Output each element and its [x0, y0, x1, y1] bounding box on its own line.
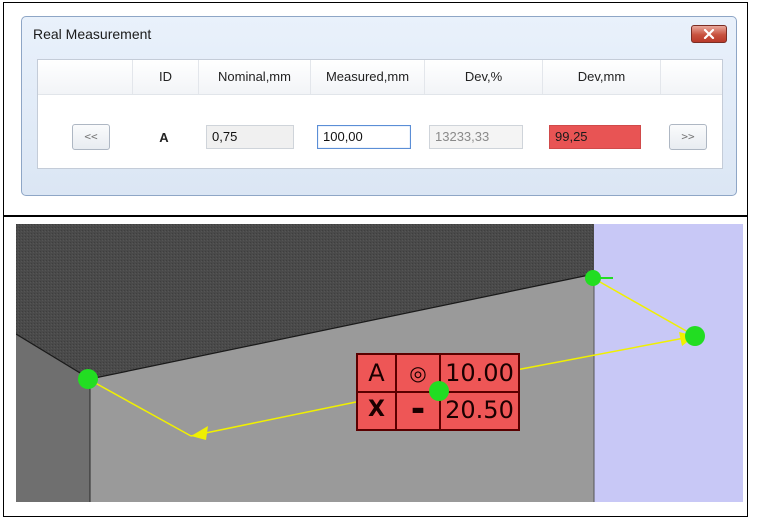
header-id: ID [133, 60, 199, 94]
fcf-cross-symbol: X [368, 397, 385, 422]
measurement-table: ID Nominal,mm Measured,mm Dev,% Dev,mm <… [37, 59, 723, 169]
marker-frame-center [429, 381, 449, 401]
marker-right-end [685, 326, 705, 346]
marker-left-corner [78, 369, 98, 389]
header-blank-right [661, 60, 722, 94]
header-blank-left [38, 60, 133, 94]
dev-percent-field: 13233,33 [429, 125, 523, 149]
dev-mm-field: 99,25 [549, 125, 641, 149]
row-id: A [159, 130, 169, 145]
header-measured: Measured,mm [311, 60, 425, 94]
table-header: ID Nominal,mm Measured,mm Dev,% Dev,mm [38, 60, 722, 95]
previous-button[interactable]: << [72, 124, 110, 150]
real-measurement-dialog: Real Measurement ID Nominal,mm Measured,… [21, 16, 737, 196]
dialog-title: Real Measurement [33, 26, 152, 42]
close-x-icon [703, 29, 715, 39]
measured-input[interactable]: 100,00 [317, 125, 411, 149]
table-row: << A 0,75 100,00 13233,33 99,25 >> [38, 94, 722, 168]
fcf-value-1: 10.00 [445, 359, 514, 387]
header-dev-percent: Dev,% [425, 60, 543, 94]
header-nominal: Nominal,mm [199, 60, 311, 94]
next-button[interactable]: >> [669, 124, 707, 150]
header-dev-mm: Dev,mm [543, 60, 661, 94]
fcf-value-2: 20.50 [445, 396, 514, 424]
close-button[interactable] [691, 25, 727, 43]
nominal-field: 0,75 [206, 125, 294, 149]
fcf-datum: A [368, 359, 385, 387]
